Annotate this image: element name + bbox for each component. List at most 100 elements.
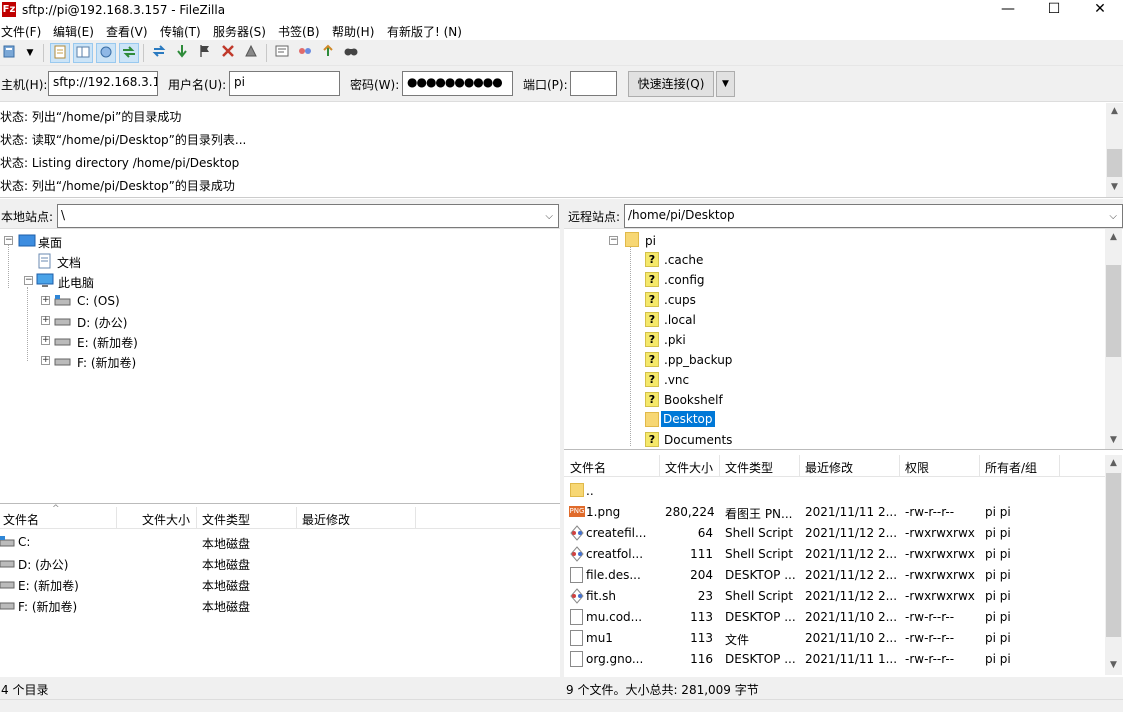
table-row[interactable]: creatfol... 111 Shell Script 2021/11/12 … xyxy=(564,543,1105,564)
tree-item[interactable]: ? .pp_backup xyxy=(645,351,765,369)
scroll-up-arrow-icon[interactable]: ▲ xyxy=(1105,455,1122,472)
tree-item-selected[interactable]: Desktop xyxy=(645,411,765,429)
tree-item[interactable]: ? .vnc xyxy=(645,371,765,389)
tree-item[interactable]: ? .pki xyxy=(645,331,765,349)
menu-file[interactable]: 文件(F) xyxy=(1,23,41,40)
process-queue-icon[interactable] xyxy=(172,43,192,63)
menu-transfer[interactable]: 传输(T) xyxy=(160,23,201,40)
tree-item[interactable]: ? .config xyxy=(645,271,765,289)
scroll-down-arrow-icon[interactable]: ▼ xyxy=(1106,179,1123,196)
tree-item[interactable]: ? .cache xyxy=(645,251,765,269)
expand-icon[interactable]: + xyxy=(41,336,50,345)
site-manager-icon[interactable] xyxy=(0,43,20,63)
tree-item[interactable]: ? .local xyxy=(645,311,765,329)
collapse-icon[interactable]: − xyxy=(4,236,13,245)
column-header-filetype[interactable]: 文件类型 xyxy=(202,511,250,528)
remote-tree-scrollbar[interactable]: ▲ ▼ xyxy=(1105,229,1122,449)
toggle-transfer-queue-icon[interactable] xyxy=(119,43,139,63)
column-separator xyxy=(415,507,416,529)
log-scrollbar-thumb[interactable] xyxy=(1107,149,1122,177)
tree-item[interactable]: ? Bookshelf xyxy=(645,391,765,409)
collapse-icon[interactable]: − xyxy=(24,276,33,285)
collapse-icon[interactable]: − xyxy=(609,236,618,245)
quickconnect-history-dropdown[interactable]: ▼ xyxy=(716,71,735,97)
menu-bookmarks[interactable]: 书签(B) xyxy=(278,23,320,40)
scrollbar-thumb[interactable] xyxy=(1106,265,1121,357)
menu-edit[interactable]: 编辑(E) xyxy=(53,23,94,40)
close-button[interactable]: ✕ xyxy=(1077,0,1123,20)
cancel-operation-icon[interactable] xyxy=(195,43,215,63)
host-input[interactable]: sftp://192.168.3.157 xyxy=(48,71,158,96)
tree-item[interactable]: ? Documents xyxy=(645,431,765,449)
file-modified: 2021/11/12 2... xyxy=(805,589,898,603)
table-row[interactable]: mu1 113 文件 2021/11/10 2... -rw-r--r-- pi… xyxy=(564,627,1105,648)
scroll-up-arrow-icon[interactable]: ▲ xyxy=(1105,229,1122,246)
local-file-list: 文件名 ^ 文件大小 文件类型 最近修改 C: 本地磁盘 D: (办公) 本地磁… xyxy=(0,504,560,677)
chevron-down-icon[interactable]: ⌵ xyxy=(1109,211,1117,222)
expand-icon[interactable]: + xyxy=(41,316,50,325)
menu-view[interactable]: 查看(V) xyxy=(106,23,148,40)
desktop-icon xyxy=(18,234,36,247)
file-modified: 2021/11/11 2... xyxy=(805,505,898,519)
sort-ascending-icon: ^ xyxy=(52,504,60,514)
table-row[interactable]: file.des... 204 DESKTOP ... 2021/11/12 2… xyxy=(564,564,1105,585)
column-header-filesize[interactable]: 文件大小 xyxy=(142,511,190,528)
password-input[interactable]: ●●●●●●●●●● xyxy=(402,71,513,96)
toggle-message-log-icon[interactable] xyxy=(50,43,70,63)
expand-icon[interactable]: + xyxy=(41,296,50,305)
tree-guide xyxy=(630,246,631,446)
sync-browsing-icon[interactable] xyxy=(318,43,338,63)
table-row[interactable]: org.gno... 116 DESKTOP ... 2021/11/11 1.… xyxy=(564,648,1105,669)
directory-comparison-icon[interactable] xyxy=(295,43,315,63)
drive-icon xyxy=(54,338,71,346)
toggle-remote-tree-icon[interactable] xyxy=(96,43,116,63)
column-header-filename[interactable]: 文件名 xyxy=(3,511,39,528)
table-row[interactable]: F: (新加卷) 本地磁盘 xyxy=(0,596,560,617)
file-name: createfil... xyxy=(586,526,647,540)
column-header-permissions[interactable]: 权限 xyxy=(905,459,929,476)
table-row[interactable]: mu.cod... 113 DESKTOP ... 2021/11/10 2..… xyxy=(564,606,1105,627)
log-scrollbar[interactable]: ▲ ▼ xyxy=(1106,103,1123,197)
scroll-up-arrow-icon[interactable]: ▲ xyxy=(1106,103,1123,120)
refresh-icon[interactable] xyxy=(149,43,169,63)
table-row[interactable]: fit.sh 23 Shell Script 2021/11/12 2... -… xyxy=(564,585,1105,606)
toggle-local-tree-icon[interactable] xyxy=(73,43,93,63)
column-header-modified[interactable]: 最近修改 xyxy=(805,459,853,476)
file-owner: pi pi xyxy=(985,610,1011,624)
scroll-down-arrow-icon[interactable]: ▼ xyxy=(1105,657,1122,674)
table-row[interactable]: .. xyxy=(564,480,1105,501)
table-row[interactable]: E: (新加卷) 本地磁盘 xyxy=(0,575,560,596)
reconnect-icon[interactable] xyxy=(241,43,261,63)
chevron-down-icon[interactable]: ⌵ xyxy=(545,211,553,222)
remote-list-header: 文件名 ^ 文件大小 文件类型 最近修改 权限 所有者/组 xyxy=(564,455,1105,477)
table-row[interactable]: createfil... 64 Shell Script 2021/11/12 … xyxy=(564,522,1105,543)
table-row[interactable]: C: 本地磁盘 xyxy=(0,533,560,554)
expand-icon[interactable]: + xyxy=(41,356,50,365)
site-manager-dropdown-icon[interactable]: ▼ xyxy=(22,43,38,63)
column-header-owner[interactable]: 所有者/组 xyxy=(985,459,1037,476)
menu-server[interactable]: 服务器(S) xyxy=(213,23,266,40)
menu-help[interactable]: 帮助(H) xyxy=(332,23,374,40)
maximize-button[interactable]: ☐ xyxy=(1031,0,1077,20)
port-input[interactable] xyxy=(570,71,617,96)
remote-path-combobox[interactable]: /home/pi/Desktop ⌵ xyxy=(624,204,1123,228)
column-header-filetype[interactable]: 文件类型 xyxy=(725,459,773,476)
column-separator xyxy=(659,455,660,477)
tree-item[interactable]: ? .cups xyxy=(645,291,765,309)
disconnect-icon[interactable] xyxy=(218,43,238,63)
scrollbar-thumb[interactable] xyxy=(1106,473,1121,637)
remote-list-scrollbar[interactable]: ▲ ▼ xyxy=(1105,455,1122,675)
column-header-modified[interactable]: 最近修改 xyxy=(302,511,350,528)
table-row[interactable]: D: (办公) 本地磁盘 xyxy=(0,554,560,575)
column-header-filesize[interactable]: 文件大小 xyxy=(665,459,713,476)
search-files-icon[interactable] xyxy=(341,43,361,63)
username-input[interactable]: pi xyxy=(229,71,340,96)
directory-filter-icon[interactable] xyxy=(272,43,292,63)
local-path-combobox[interactable]: \ ⌵ xyxy=(57,204,559,228)
scroll-down-arrow-icon[interactable]: ▼ xyxy=(1105,432,1122,449)
log-line: 状态: 读取“/home/pi/Desktop”的目录列表... xyxy=(0,133,247,147)
menu-new-version[interactable]: 有新版了! (N) xyxy=(387,23,462,40)
table-row[interactable]: PNG 1.png 280,224 看图王 PN... 2021/11/11 2… xyxy=(564,501,1105,522)
minimize-button[interactable]: — xyxy=(985,0,1031,20)
quickconnect-button[interactable]: 快速连接(Q) xyxy=(628,71,714,97)
